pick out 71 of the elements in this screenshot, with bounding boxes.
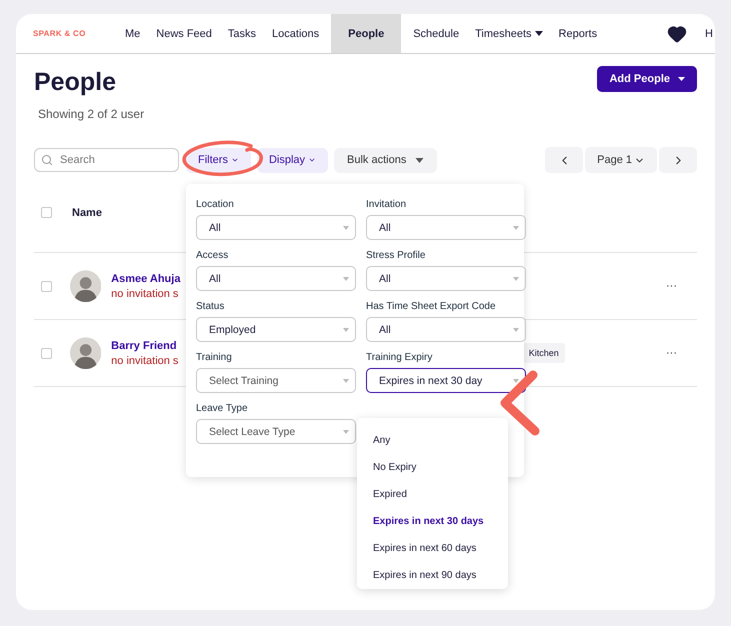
filter-label: Leave Type [196,403,249,414]
caret-icon [513,328,519,332]
filter-select[interactable]: Expires in next 30 day [366,368,526,393]
add-people-button[interactable]: Add People [597,66,697,92]
invitation-status: no invitation s [111,288,178,300]
menu-option[interactable]: Expires in next 60 days [373,535,508,562]
menu-option[interactable]: Any [373,427,508,454]
previous-page-button[interactable] [545,147,584,173]
filter-select[interactable]: All [196,215,356,240]
search-field[interactable]: Search [34,148,179,172]
caret-icon [343,430,349,434]
filter-select[interactable]: Employed [196,317,356,342]
select-all-checkbox[interactable] [41,207,52,218]
person-name[interactable]: Asmee Ahuja [111,272,180,284]
nav-tab[interactable]: Tasks [220,14,264,53]
nav-tab[interactable]: Timesheets [467,14,551,53]
caret-icon [415,158,424,162]
location-tag: Kitchen [522,343,565,363]
heart-icon[interactable] [667,24,688,44]
filter-label: Access [196,250,230,261]
caret-icon [513,378,519,382]
nav-tab[interactable]: News Feed [148,14,220,53]
caret-icon [513,276,519,280]
row-checkbox[interactable] [41,280,52,292]
chevron-icon [230,156,239,164]
filter-select[interactable]: All [366,317,526,342]
caret-icon [343,226,349,230]
nav-tab[interactable]: Me [117,14,148,53]
filter-label: Training [196,352,233,363]
invitation-status: no invitation s [111,354,178,366]
column-header: Name [72,206,102,218]
logo: SPARK & CO [33,29,87,38]
row-menu-button[interactable]: ··· [660,279,683,293]
filter-label: Has Time Sheet Export Code [366,301,497,312]
menu-option[interactable]: No Expiry [373,454,508,481]
avatar [70,270,102,302]
filter-select[interactable]: All [366,266,526,291]
user-initial[interactable]: H [705,28,713,40]
avatar [70,337,102,369]
page-title: People [34,68,117,97]
filter-label: Training Expiry [366,352,434,363]
bulk-actions-button[interactable]: Bulk actions [334,148,438,172]
filter-label: Invitation [366,199,408,210]
nav-tab[interactable]: Schedule [405,14,468,53]
page-select[interactable]: Page 1 [585,147,657,173]
next-page-button[interactable] [659,147,697,173]
chevron-icon [308,156,316,164]
menu-option[interactable]: Expires in next 30 days [373,508,508,535]
caret-icon [343,276,349,280]
caret-icon [343,328,349,332]
nav-tab[interactable]: Locations [264,14,328,53]
caret-icon [678,77,685,81]
display-button[interactable]: Display [256,148,328,172]
row-menu-button[interactable]: ··· [660,346,683,360]
nav-tab[interactable]: People [331,14,402,53]
filter-select[interactable]: All [366,215,526,240]
user-count: Showing 2 of 2 user [38,107,144,121]
filter-label: Status [196,301,226,312]
search-icon [41,154,53,166]
filter-select[interactable]: Select Leave Type [196,419,356,444]
menu-option[interactable]: Expired [373,481,508,508]
filter-label: Stress Profile [366,250,426,261]
caret-icon [513,226,519,230]
menu-option[interactable]: Expires in next 90 days [373,562,508,589]
filter-select[interactable]: All [196,266,356,291]
row-checkbox[interactable] [41,348,52,358]
nav-tab[interactable]: Reports [550,14,606,53]
filter-select[interactable]: Select Training [196,368,356,393]
person-name[interactable]: Barry Friend [111,340,177,352]
caret-icon [343,378,349,382]
filter-label: Location [196,199,235,210]
